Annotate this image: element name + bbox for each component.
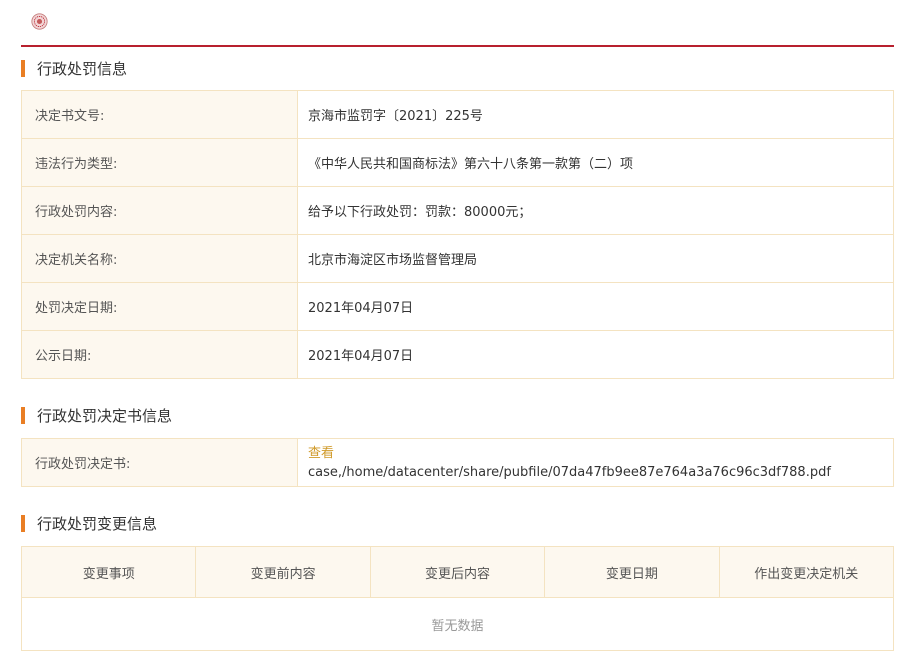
row-value: 2021年04月07日 [297, 330, 894, 379]
section-title-penalty-change: 行政处罚变更信息 [21, 514, 157, 534]
row-value: 2021年04月07日 [297, 282, 894, 331]
row-label: 公示日期: [21, 330, 298, 379]
table-row: 决定书文号: 京海市监罚字〔2021〕225号 [21, 90, 894, 139]
section-title-penalty-info: 行政处罚信息 [21, 59, 127, 79]
table-row: 处罚决定日期: 2021年04月07日 [21, 282, 894, 331]
table-row: 行政处罚决定书: 查看 case,/home/datacenter/share/… [21, 438, 894, 487]
view-document-link[interactable]: 查看 [308, 444, 892, 463]
table-row: 违法行为类型: 《中华人民共和国商标法》第六十八条第一款第（二）项 [21, 138, 894, 187]
table-header-row: 变更事项 变更前内容 变更后内容 变更日期 作出变更决定机关 [20, 546, 895, 598]
row-label: 违法行为类型: [21, 138, 298, 187]
row-label: 处罚决定日期: [21, 282, 298, 331]
column-header: 变更事项 [20, 546, 197, 598]
row-label: 决定机关名称: [21, 234, 298, 283]
penalty-change-table: 变更事项 变更前内容 变更后内容 变更日期 作出变更决定机关 暂无数据 [20, 546, 895, 651]
column-header: 变更日期 [544, 546, 720, 598]
document-path: case,/home/datacenter/share/pubfile/07da… [308, 464, 831, 480]
penalty-info-table: 决定书文号: 京海市监罚字〔2021〕225号 违法行为类型: 《中华人民共和国… [21, 90, 894, 379]
table-row: 行政处罚内容: 给予以下行政处罚：罚款：80000元； [21, 186, 894, 235]
decision-doc-table: 行政处罚决定书: 查看 case,/home/datacenter/share/… [21, 438, 894, 487]
column-header: 作出变更决定机关 [718, 546, 895, 598]
section-title-decision-doc: 行政处罚决定书信息 [21, 406, 172, 426]
column-header: 变更前内容 [195, 546, 371, 598]
table-row: 公示日期: 2021年04月07日 [21, 330, 894, 379]
row-value: 查看 case,/home/datacenter/share/pubfile/0… [297, 438, 894, 487]
empty-state-text: 暂无数据 [21, 597, 894, 651]
table-row: 暂无数据 [21, 597, 894, 651]
top-header-bar [21, 0, 894, 47]
row-value: 《中华人民共和国商标法》第六十八条第一款第（二）项 [297, 138, 894, 187]
row-value: 给予以下行政处罚：罚款：80000元； [297, 186, 894, 235]
row-label: 行政处罚决定书: [21, 438, 298, 487]
table-row: 决定机关名称: 北京市海淀区市场监督管理局 [21, 234, 894, 283]
row-value: 京海市监罚字〔2021〕225号 [297, 90, 894, 139]
row-label: 决定书文号: [21, 90, 298, 139]
seal-logo-icon [31, 13, 48, 30]
row-label: 行政处罚内容: [21, 186, 298, 235]
column-header: 变更后内容 [369, 546, 546, 598]
row-value: 北京市海淀区市场监督管理局 [297, 234, 894, 283]
